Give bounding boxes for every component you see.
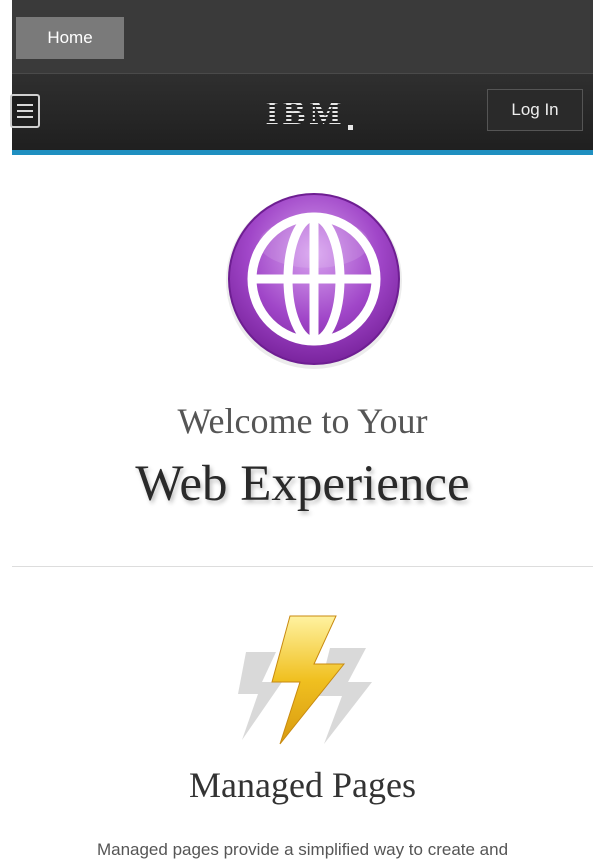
logo-text: IBM [265, 95, 346, 132]
top-bar: Home [12, 0, 593, 73]
section-description: Managed pages provide a simplified way t… [96, 840, 509, 859]
menu-line [17, 104, 33, 106]
section-divider [12, 566, 593, 567]
left-margin [0, 0, 12, 865]
accent-stripe [12, 150, 593, 155]
menu-line [17, 116, 33, 118]
lightning-bolt-icon [228, 612, 378, 757]
ibm-logo: IBM [249, 94, 369, 134]
section-title: Managed Pages [189, 765, 416, 805]
login-button[interactable]: Log In [487, 89, 583, 131]
hamburger-menu-icon[interactable] [10, 94, 40, 128]
menu-line [17, 110, 33, 112]
navigation-bar: IBM Log In [10, 73, 593, 151]
welcome-heading-line2: Web Experience [135, 456, 470, 512]
home-tab[interactable]: Home [16, 17, 124, 59]
logo-dot [347, 124, 353, 130]
welcome-heading-line1: Welcome to Your [177, 401, 428, 441]
globe-icon [221, 188, 407, 379]
